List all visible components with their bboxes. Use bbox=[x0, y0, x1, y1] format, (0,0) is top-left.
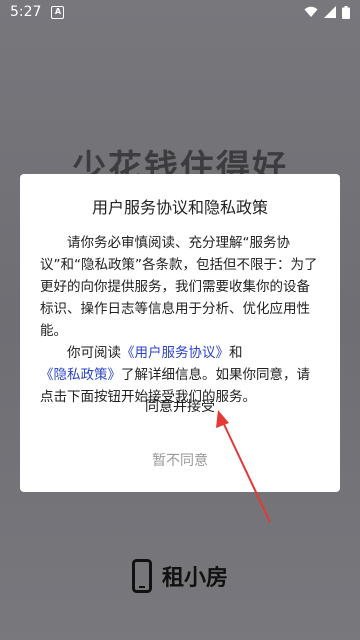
disagree-button[interactable]: 暂不同意 bbox=[20, 450, 340, 470]
dialog-paragraph-1: 请你务必审慎阅读、充分理解“服务协议”和“隐私政策”各条款，包括但不限于：为了更… bbox=[40, 235, 318, 339]
status-bar: 5:27 A bbox=[0, 0, 360, 24]
notification-a-icon: A bbox=[51, 5, 65, 19]
phone-icon bbox=[131, 559, 152, 593]
agree-button[interactable]: 同意并接受 bbox=[20, 396, 340, 416]
status-icons bbox=[304, 5, 350, 19]
battery-icon bbox=[342, 5, 350, 19]
dialog-title: 用户服务协议和隐私政策 bbox=[91, 198, 268, 217]
brand-footer: 租小房 bbox=[0, 558, 360, 594]
brand-name: 租小房 bbox=[161, 566, 228, 591]
service-agreement-link[interactable]: 《用户服务协议》 bbox=[121, 345, 229, 361]
status-time: 5:27 bbox=[10, 4, 42, 20]
signal-icon bbox=[324, 6, 336, 18]
privacy-policy-link[interactable]: 《隐私政策》 bbox=[40, 367, 121, 383]
para2-prefix: 你可阅读 bbox=[67, 345, 121, 361]
privacy-dialog: 用户服务协议和隐私政策 请你务必审慎阅读、充分理解“服务协议”和“隐私政策”各条… bbox=[20, 174, 340, 492]
wifi-icon bbox=[304, 6, 318, 17]
dialog-body: 请你务必审慎阅读、充分理解“服务协议”和“隐私政策”各条款，包括但不限于：为了更… bbox=[40, 232, 320, 408]
para2-and: 和 bbox=[229, 345, 243, 361]
